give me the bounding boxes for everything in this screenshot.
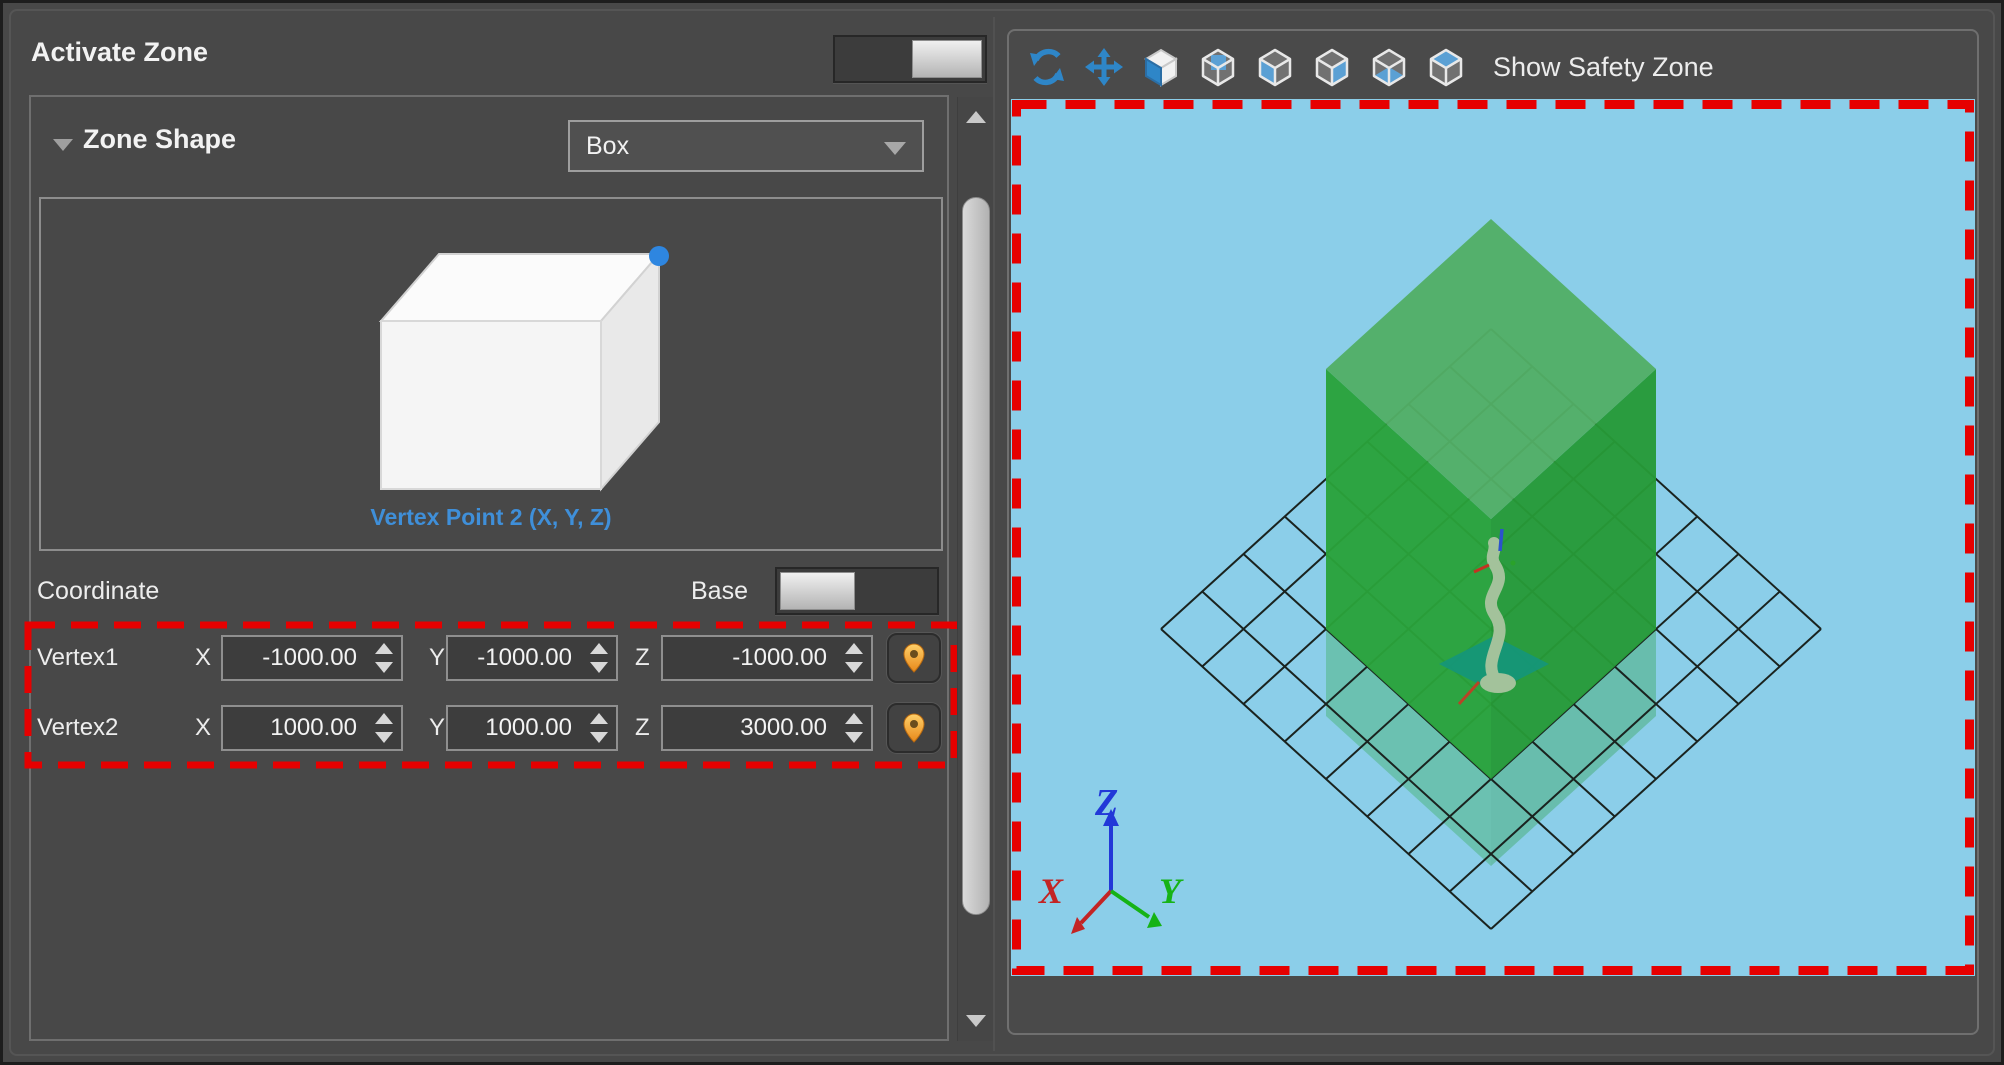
vertex1-location-pin-button[interactable]: [887, 633, 941, 683]
rotate-icon[interactable]: [1025, 45, 1069, 89]
toggle-knob: [780, 572, 855, 610]
spin-up-icon[interactable]: [375, 713, 393, 724]
spin-up-icon[interactable]: [845, 713, 863, 724]
scene-3d: Z X Y: [1011, 99, 1975, 976]
show-safety-zone-label: Show Safety Zone: [1493, 52, 1714, 83]
vertex2-y-input[interactable]: 1000.00: [446, 705, 618, 751]
viewport-panel: Show Safety Zone: [1007, 29, 1979, 1035]
view-left-icon[interactable]: [1253, 45, 1297, 89]
axis-y-label: Y: [1159, 871, 1184, 911]
scroll-up-arrow-icon[interactable]: [966, 111, 986, 123]
viewport-toolbar: Show Safety Zone: [1025, 39, 1714, 95]
scrollbar[interactable]: [957, 97, 993, 1041]
x-axis-label: X: [195, 635, 221, 681]
zone-shape-title: Zone Shape: [83, 124, 236, 155]
dropdown-caret-icon: [884, 142, 906, 155]
scroll-down-arrow-icon[interactable]: [966, 1015, 986, 1027]
base-label: Base: [691, 577, 748, 606]
spin-up-icon[interactable]: [845, 643, 863, 654]
z-axis-label: Z: [635, 705, 661, 751]
scrollbar-thumb[interactable]: [962, 197, 990, 915]
view-right-icon[interactable]: [1310, 45, 1354, 89]
spin-down-icon[interactable]: [375, 732, 393, 743]
vertex2-x-input[interactable]: 1000.00: [221, 705, 403, 751]
panel-divider: [993, 17, 995, 1051]
view-back-icon[interactable]: [1196, 45, 1240, 89]
view-top-icon[interactable]: [1424, 45, 1468, 89]
coordinate-label: Coordinate: [37, 577, 159, 606]
pan-icon[interactable]: [1082, 45, 1126, 89]
vertex2-dot: [649, 246, 669, 266]
activate-zone-toggle[interactable]: [833, 35, 987, 83]
view-bottom-icon[interactable]: [1367, 45, 1411, 89]
vertex1-y-input[interactable]: -1000.00: [446, 635, 618, 681]
vertex1-z-input[interactable]: -1000.00: [661, 635, 873, 681]
vertex1-label: Vertex1: [37, 635, 187, 681]
base-toggle[interactable]: [775, 567, 939, 615]
vertex2-z-input[interactable]: 3000.00: [661, 705, 873, 751]
zone-shape-value: Box: [586, 132, 629, 160]
spin-down-icon[interactable]: [590, 662, 608, 673]
spin-down-icon[interactable]: [845, 732, 863, 743]
location-pin-icon: [901, 642, 927, 674]
preview-caption: Vertex Point 2 (X, Y, Z): [41, 504, 941, 531]
spin-down-icon[interactable]: [375, 662, 393, 673]
toggle-knob: [912, 40, 983, 78]
view-front-icon[interactable]: [1139, 45, 1183, 89]
z-axis-label: Z: [635, 635, 661, 681]
vertex1-row: Vertex1 X -1000.00 Y -1000.00 Z -1000.00: [3, 635, 963, 681]
vertex2-row: Vertex2 X 1000.00 Y 1000.00 Z 3000.00: [3, 705, 963, 751]
box-preview-illustration: [41, 199, 941, 549]
axis-z-label: Z: [1094, 782, 1118, 824]
spin-down-icon[interactable]: [845, 662, 863, 673]
vertex2-location-pin-button[interactable]: [887, 703, 941, 753]
spin-up-icon[interactable]: [375, 643, 393, 654]
spin-up-icon[interactable]: [590, 713, 608, 724]
vertex2-label: Vertex2: [37, 705, 187, 751]
x-axis-label: X: [195, 705, 221, 751]
vertex1-x-input[interactable]: -1000.00: [221, 635, 403, 681]
zone-shape-preview: Vertex Point 2 (X, Y, Z): [39, 197, 943, 551]
collapse-triangle-icon[interactable]: [53, 139, 73, 151]
page-title: Activate Zone: [31, 37, 208, 68]
location-pin-icon: [901, 712, 927, 744]
zone-shape-dropdown[interactable]: Box: [568, 120, 924, 172]
viewport-3d[interactable]: Z X Y: [1011, 99, 1975, 976]
spin-up-icon[interactable]: [590, 643, 608, 654]
spin-down-icon[interactable]: [590, 732, 608, 743]
app-window: Activate Zone Zone Shape Box Vertex Poin…: [0, 0, 2004, 1065]
axis-x-label: X: [1038, 871, 1064, 911]
